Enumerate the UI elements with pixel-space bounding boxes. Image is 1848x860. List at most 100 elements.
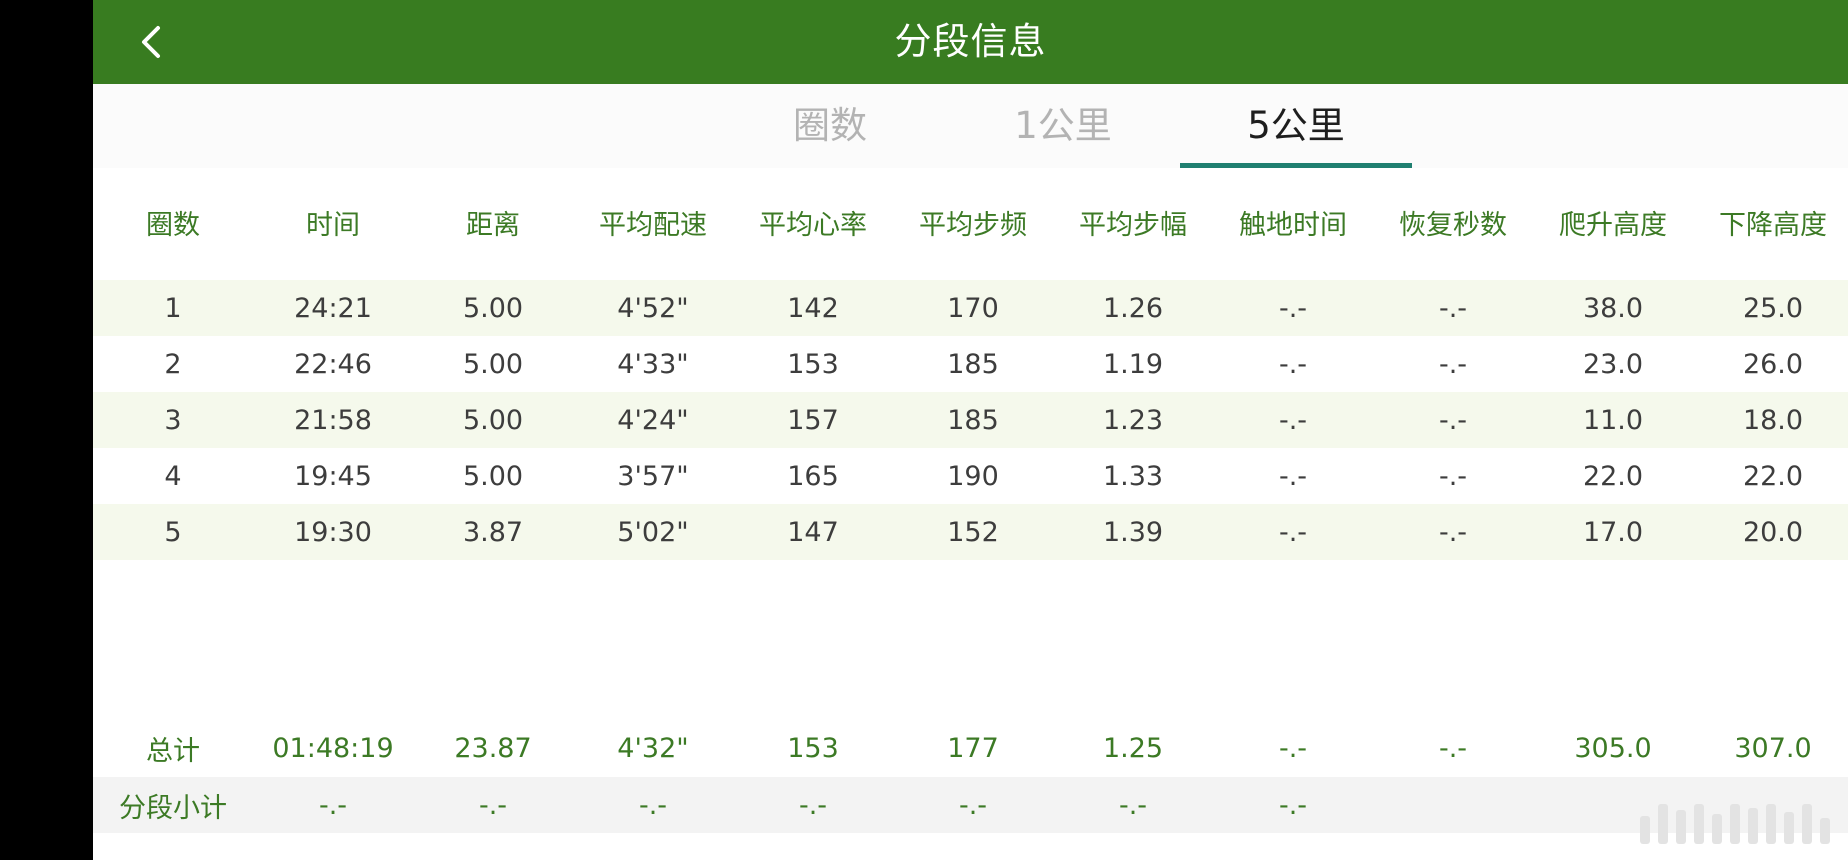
table-cell: 23.0 [1582, 348, 1644, 380]
subtotal-cell: -.- [798, 789, 828, 821]
watermark-bar [1712, 814, 1722, 844]
table-header: 圈数 时间 距离 平均配速 平均心率 平均步频 平均步幅 触地时间 恢复秒数 爬… [93, 192, 1848, 252]
column-header: 距离 [466, 209, 520, 241]
watermark-bar [1694, 804, 1704, 844]
table-cell: -.- [1278, 292, 1308, 324]
total-cell: 153 [787, 732, 839, 764]
tab-5km[interactable]: 5公里 [1180, 84, 1412, 168]
table-cell: 17.0 [1582, 516, 1644, 548]
total-cell: 01:48:19 [272, 732, 394, 764]
table-cell: 4'52" [617, 292, 689, 324]
table-cell: -.- [1278, 460, 1308, 492]
watermark-bar [1676, 810, 1686, 844]
watermark-bar [1640, 816, 1650, 844]
total-cell: 177 [947, 732, 999, 764]
table-cell: -.- [1438, 404, 1468, 436]
table-cell: 157 [787, 404, 839, 436]
table-cell: 20.0 [1742, 516, 1804, 548]
table-cell: 21:58 [294, 404, 372, 436]
column-header: 平均配速 [599, 209, 707, 241]
column-header: 恢复秒数 [1399, 209, 1507, 241]
table-cell: 5.00 [462, 292, 524, 324]
table-cell: 11.0 [1582, 404, 1644, 436]
table-row: 1 24:21 5.00 4'52" 142 170 1.26 -.- -.- … [93, 280, 1848, 336]
table-cell: 170 [947, 292, 999, 324]
total-cell: 1.25 [1102, 732, 1164, 764]
subtotal-cell: -.- [1118, 789, 1148, 821]
total-cell: -.- [1278, 732, 1308, 764]
table-cell: 5.00 [462, 460, 524, 492]
table-cell: 19:30 [294, 516, 372, 548]
table-cell: 185 [947, 348, 999, 380]
table-cell: 5 [164, 516, 182, 548]
subtotal-cell: -.- [1278, 789, 1308, 821]
table-cell: 25.0 [1742, 292, 1804, 324]
table-cell: 5.00 [462, 348, 524, 380]
table-cell: 165 [787, 460, 839, 492]
table-cell: 38.0 [1582, 292, 1644, 324]
table-cell: 4'24" [617, 404, 689, 436]
table-cell: -.- [1438, 516, 1468, 548]
column-header: 触地时间 [1239, 209, 1347, 241]
subtotal-cell: -.- [638, 789, 668, 821]
table-cell: 1 [164, 292, 182, 324]
table-cell: 152 [947, 516, 999, 548]
column-header: 爬升高度 [1559, 209, 1667, 241]
column-header: 平均步幅 [1079, 209, 1187, 241]
table-cell: 5.00 [462, 404, 524, 436]
watermark-bar [1802, 804, 1812, 844]
column-header: 平均步频 [919, 209, 1027, 241]
subtotal-cell: 分段小计 [119, 792, 227, 824]
watermark-bar [1784, 812, 1794, 844]
table-cell: 5'02" [617, 516, 689, 548]
subtotal-cell: -.- [478, 789, 508, 821]
table-cell: 26.0 [1742, 348, 1804, 380]
tab-laps[interactable]: 圈数 [714, 84, 946, 168]
total-cell: 305.0 [1574, 732, 1652, 764]
total-cell: 23.87 [454, 732, 532, 764]
table-cell: 24:21 [294, 292, 372, 324]
column-header: 时间 [306, 209, 360, 241]
watermark-logo [1640, 796, 1830, 844]
table-cell: 22.0 [1742, 460, 1804, 492]
page-title: 分段信息 [894, 20, 1047, 63]
watermark-bar [1766, 804, 1776, 844]
tab-bar: 圈数 1公里 5公里 [93, 84, 1848, 168]
table-cell: 3 [164, 404, 182, 436]
table-cell: 1.39 [1102, 516, 1164, 548]
total-cell: 307.0 [1734, 732, 1812, 764]
table-row: 4 19:45 5.00 3'57" 165 190 1.33 -.- -.- … [93, 448, 1848, 504]
column-header: 平均心率 [759, 209, 867, 241]
table-cell: 4'33" [617, 348, 689, 380]
screen: 分段信息 圈数 1公里 5公里 圈数 时间 距离 平均配速 平均心率 平均步频 … [93, 0, 1848, 860]
table-cell: 3'57" [617, 460, 689, 492]
table-cell: 1.26 [1102, 292, 1164, 324]
tab-5km-label: 5公里 [1247, 104, 1345, 147]
table-cell: 2 [164, 348, 182, 380]
tab-1km[interactable]: 1公里 [947, 84, 1179, 168]
watermark-bar [1730, 804, 1740, 844]
table-cell: 142 [787, 292, 839, 324]
table-cell: -.- [1278, 404, 1308, 436]
table-cell: -.- [1438, 348, 1468, 380]
table-cell: 190 [947, 460, 999, 492]
subtotal-cell: -.- [318, 789, 348, 821]
subtotal-row: 分段小计 -.- -.- -.- -.- -.- -.- -.- [93, 777, 1848, 833]
total-cell: 4'32" [617, 732, 689, 764]
table-cell: 22.0 [1582, 460, 1644, 492]
table-cell: 1.33 [1102, 460, 1164, 492]
tab-active-indicator [1180, 163, 1412, 168]
header-bar: 分段信息 [93, 0, 1848, 84]
table-cell: 4 [164, 460, 182, 492]
total-cell: -.- [1438, 732, 1468, 764]
watermark-bar [1658, 804, 1668, 844]
table-cell: 153 [787, 348, 839, 380]
table-cell: 185 [947, 404, 999, 436]
table-cell: 3.87 [462, 516, 524, 548]
table-cell: 22:46 [294, 348, 372, 380]
table-cell: -.- [1278, 348, 1308, 380]
table-row: 3 21:58 5.00 4'24" 157 185 1.23 -.- -.- … [93, 392, 1848, 448]
watermark-bar [1748, 808, 1758, 844]
table-cell: -.- [1438, 460, 1468, 492]
subtotal-cell: -.- [958, 789, 988, 821]
